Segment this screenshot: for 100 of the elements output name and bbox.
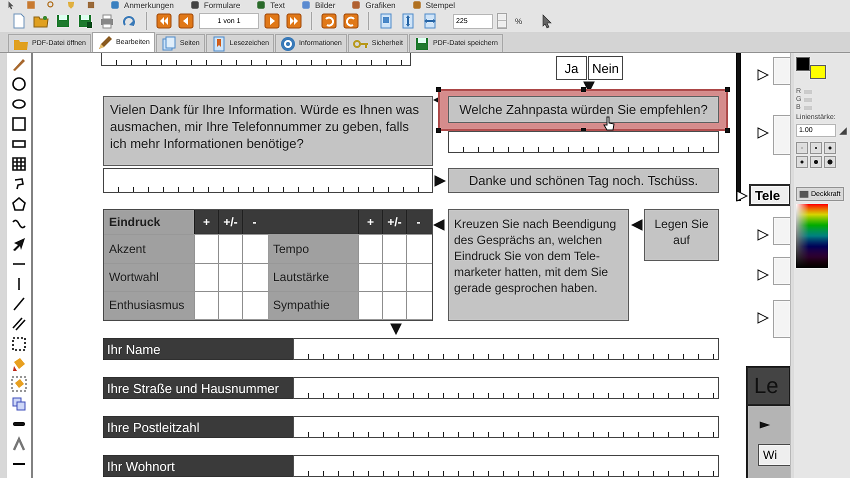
- row-label: Sympathie: [268, 292, 358, 320]
- folder-icon[interactable]: [33, 13, 49, 29]
- rotate-left-icon[interactable]: [321, 13, 337, 29]
- dot-icon: [798, 158, 806, 166]
- dot-icon: [826, 144, 834, 152]
- arrowhead-icon: [757, 127, 769, 139]
- foreground-color-swatch[interactable]: [796, 57, 810, 71]
- menu-item[interactable]: Formulare: [184, 0, 244, 10]
- dot-icon: [812, 144, 820, 152]
- arrow-icon[interactable]: [11, 236, 27, 252]
- hang-up-text: Legen Sie auf: [644, 209, 719, 261]
- rotate-right-icon[interactable]: [343, 13, 359, 29]
- resize-handle[interactable]: [725, 87, 730, 92]
- offpage-box: Tele: [749, 184, 790, 206]
- fit-height-icon[interactable]: [400, 13, 416, 29]
- closing-text: Danke und schönen Tag noch. Tschüss.: [448, 168, 719, 193]
- row-label: Tempo: [268, 235, 358, 263]
- dashed-rectangle-icon[interactable]: [11, 336, 27, 352]
- menu-item[interactable]: Grafiken: [345, 0, 400, 10]
- resize-handle[interactable]: [436, 87, 441, 92]
- double-line-icon[interactable]: [11, 316, 27, 332]
- grid-icon[interactable]: [11, 156, 27, 172]
- arrowhead-icon: [757, 312, 769, 324]
- save-icon[interactable]: [55, 13, 71, 29]
- field-label: Ihr Name: [103, 338, 293, 360]
- pencil-icon: [96, 34, 113, 50]
- pentagon-icon[interactable]: [11, 196, 27, 212]
- table-header: +/-: [382, 210, 406, 234]
- resize-icon[interactable]: [838, 126, 848, 136]
- table-header: -: [242, 210, 266, 234]
- question-text: Vielen Dank für Ihre Information. Würde es Ihnen was ausmachen, mir Ihre Telefonnummer zu geben, falls ich mehr Informationen benötige?: [103, 96, 433, 166]
- table-header: -: [406, 210, 430, 234]
- last-page-icon[interactable]: [286, 13, 302, 29]
- refresh-icon[interactable]: [121, 13, 137, 29]
- field-label: Ihre Postleitzahl: [103, 416, 293, 438]
- resize-handle[interactable]: [725, 128, 730, 133]
- table-header: +: [194, 210, 218, 234]
- next-page-icon[interactable]: [264, 13, 280, 29]
- new-document-icon[interactable]: [11, 13, 27, 29]
- first-page-icon[interactable]: [156, 13, 172, 29]
- arrowhead-icon: [434, 175, 446, 187]
- field-label: Ihr Wohnort: [103, 455, 293, 477]
- scrollbar[interactable]: [790, 53, 794, 478]
- pencil-icon[interactable]: [11, 56, 27, 72]
- circle-icon[interactable]: [11, 76, 27, 92]
- answer-label: Nein: [588, 56, 623, 80]
- zoom-unit: %: [515, 16, 522, 26]
- input-field[interactable]: [293, 416, 719, 438]
- field-label: Ihre Straße und Hausnummer: [103, 377, 293, 399]
- table-header: +/-: [218, 210, 242, 234]
- menu-item[interactable]: Text: [250, 0, 289, 10]
- pages-icon: [160, 36, 177, 52]
- layers-icon: [799, 189, 809, 199]
- save-icon: [414, 36, 430, 52]
- previous-page-icon[interactable]: [178, 13, 194, 29]
- fit-width-icon[interactable]: [422, 13, 438, 29]
- offpage-field[interactable]: Wi: [758, 444, 790, 466]
- bookmark-icon: [210, 36, 227, 52]
- fit-page-icon[interactable]: [378, 13, 394, 29]
- arrowhead-icon: [757, 269, 769, 281]
- printer-icon[interactable]: [99, 13, 115, 29]
- row-label: Enthusiasmus: [104, 292, 194, 320]
- arrowhead-icon: [736, 190, 748, 202]
- line-width-button[interactable]: [824, 156, 836, 168]
- arrowhead-icon: [757, 229, 769, 241]
- line-width-button[interactable]: [824, 142, 836, 154]
- row-label: Wortwahl: [104, 264, 194, 291]
- menu-item[interactable]: Stempel: [406, 0, 459, 10]
- hand-cursor-icon: [601, 115, 617, 131]
- arrowhead-icon: [757, 69, 769, 81]
- menu-item[interactable]: Bilder: [294, 0, 340, 10]
- paint-bucket-icon[interactable]: [11, 356, 27, 372]
- input-field[interactable]: [293, 455, 719, 477]
- diagonal-line-icon[interactable]: [11, 296, 27, 312]
- square-icon[interactable]: [11, 116, 27, 132]
- input-field[interactable]: [293, 377, 719, 399]
- arrowhead-icon: [631, 219, 643, 231]
- caret-icon[interactable]: [11, 436, 27, 452]
- fill-selection-icon[interactable]: [11, 376, 27, 392]
- prompt-text: Welche Zahnpasta würden Sie empfehlen?: [448, 96, 719, 123]
- line-width-button[interactable]: [796, 156, 808, 168]
- dot-icon: [826, 158, 834, 166]
- arrowhead-icon: [433, 219, 445, 231]
- background-color-swatch[interactable]: [810, 65, 826, 79]
- row-label: Akzent: [104, 235, 194, 263]
- line-width-button[interactable]: [810, 156, 822, 168]
- instruction-text: Kreuzen Sie nach Beendigung des Gesprächs an, welchen Eindruck Sie von dem Tele-marketer hatten, mit dem Sie gerade gesprochen haben.: [448, 209, 629, 321]
- resize-handle[interactable]: [581, 87, 586, 92]
- table-header: Eindruck: [104, 210, 194, 234]
- color-spectrum[interactable]: [796, 204, 828, 268]
- save-as-icon[interactable]: [77, 13, 93, 29]
- copy-icon[interactable]: [11, 396, 27, 412]
- row-label: Lautstärke: [268, 264, 358, 291]
- table-header: +: [358, 210, 382, 234]
- resize-handle[interactable]: [436, 128, 441, 133]
- menu-item[interactable]: Anmerkungen: [104, 0, 178, 10]
- input-field[interactable]: [293, 338, 719, 360]
- ellipse-icon[interactable]: [11, 96, 27, 112]
- dot-icon: [812, 158, 820, 166]
- arrowhead-icon: [390, 323, 402, 335]
